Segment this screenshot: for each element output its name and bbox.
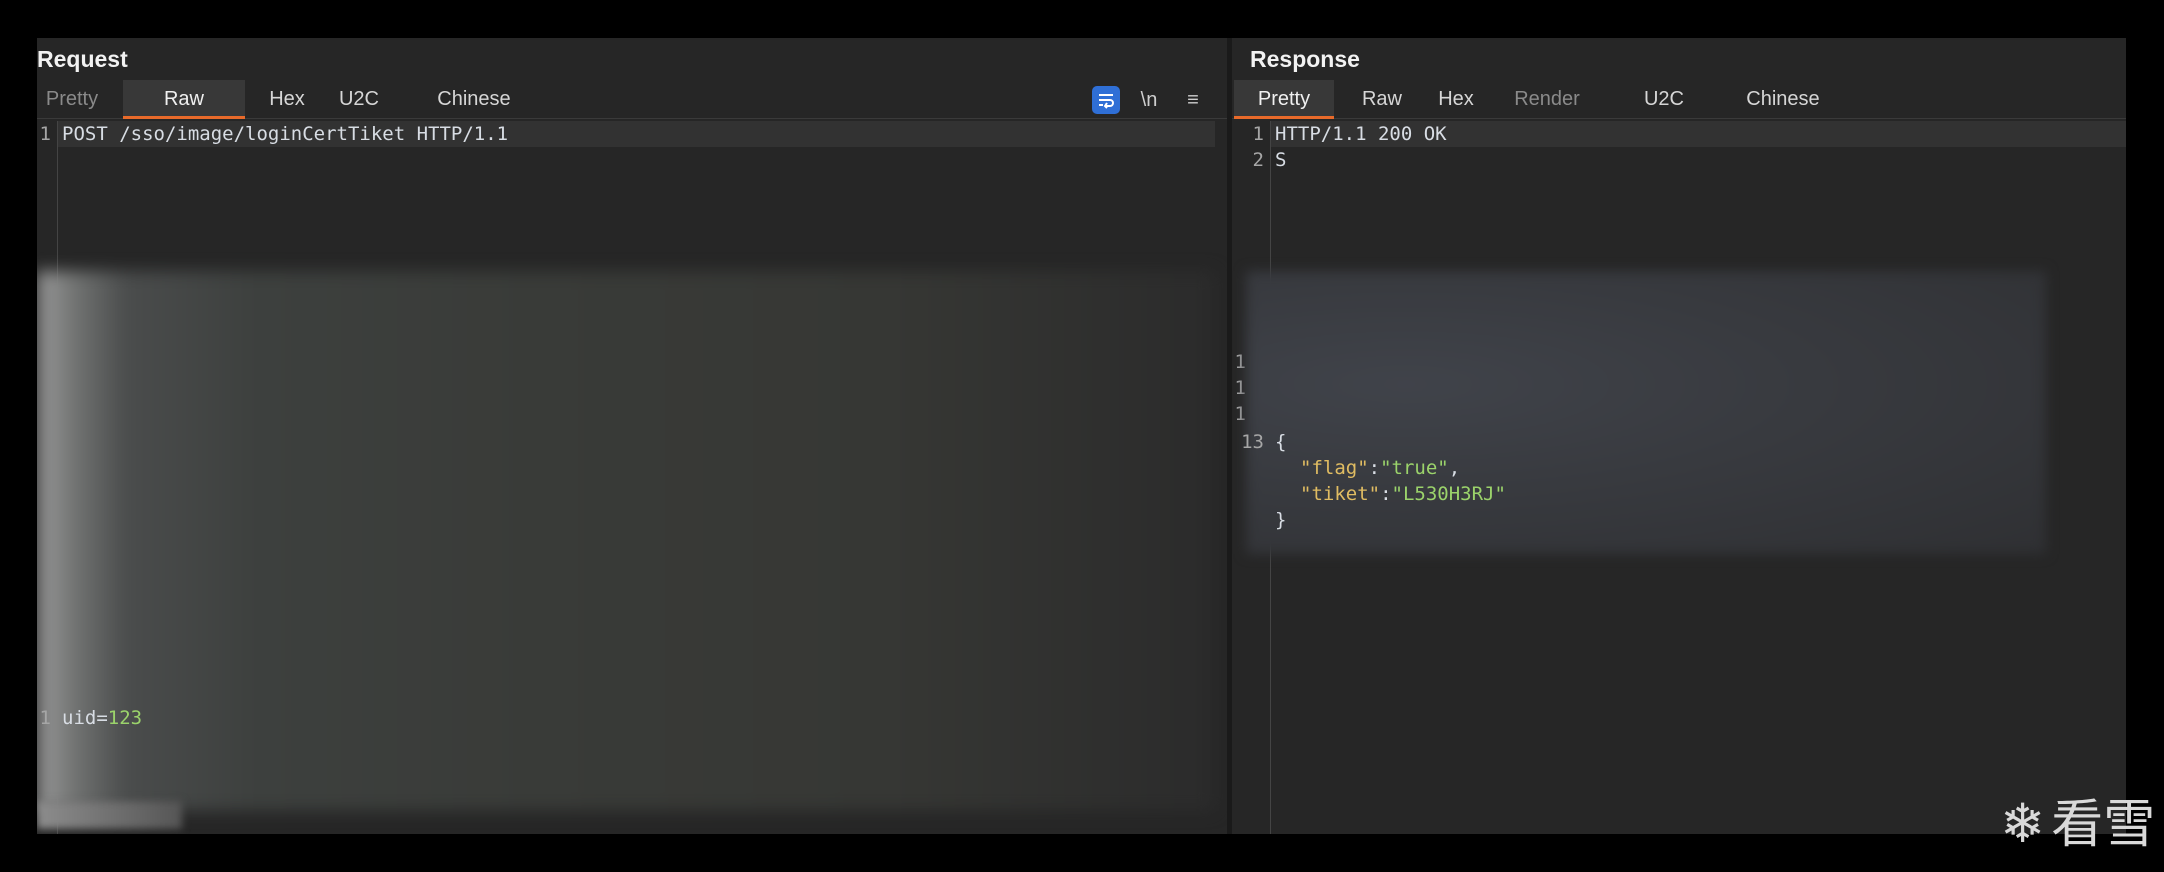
response-line-number: 2 bbox=[1252, 149, 1264, 171]
json-tiket-line: "tiket":"L530H3RJ" bbox=[1300, 481, 1506, 507]
body-param-key: uid bbox=[62, 707, 97, 729]
json-comma: , bbox=[1448, 457, 1461, 479]
request-body-line: uid=123 bbox=[62, 705, 142, 731]
request-tab-chinese[interactable]: Chinese bbox=[401, 80, 547, 118]
request-tab-pretty[interactable]: Pretty bbox=[37, 80, 107, 118]
request-tab-u2c[interactable]: U2C bbox=[331, 80, 387, 118]
json-flag-key: "flag" bbox=[1300, 457, 1369, 479]
json-tiket-value: "L530H3RJ" bbox=[1391, 483, 1506, 505]
word-wrap-button[interactable] bbox=[1092, 86, 1120, 114]
json-close-brace: } bbox=[1275, 509, 1287, 531]
response-panel: Response Pretty Raw Hex Render U2C Chine… bbox=[1232, 38, 2126, 834]
response-tab-hex[interactable]: Hex bbox=[1430, 80, 1482, 118]
newline-toggle-button[interactable]: \n bbox=[1135, 86, 1163, 114]
menu-icon[interactable]: ≡ bbox=[1179, 86, 1207, 114]
request-title: Request bbox=[37, 46, 128, 72]
response-title: Response bbox=[1250, 46, 1360, 72]
body-param-value: 123 bbox=[107, 707, 143, 729]
json-colon: : bbox=[1368, 457, 1381, 479]
json-colon: : bbox=[1380, 483, 1392, 505]
response-status-line: HTTP/1.1 200 OK bbox=[1275, 123, 1447, 145]
response-tab-render[interactable]: Render bbox=[1502, 80, 1592, 118]
response-tab-raw[interactable]: Raw bbox=[1352, 80, 1412, 118]
request-tabbar: Pretty Raw Hex U2C Chinese \n ≡ bbox=[37, 80, 1227, 119]
response-line-number: 1 bbox=[1234, 403, 1246, 425]
redacted-request-headers bbox=[37, 271, 1215, 811]
request-line-number: 1 bbox=[39, 123, 51, 145]
json-flag-value: "true" bbox=[1380, 457, 1449, 479]
word-wrap-icon bbox=[1099, 94, 1114, 109]
response-editor[interactable]: 1 HTTP/1.1 200 OK 2 S 1 1 1 13 { "flag":… bbox=[1232, 121, 2126, 834]
redacted-response-headers bbox=[1246, 271, 2046, 554]
kanxue-watermark: ❄ 看雪 bbox=[2000, 795, 2156, 855]
json-open-brace: { bbox=[1275, 431, 1287, 453]
response-tabbar: Pretty Raw Hex Render U2C Chinese bbox=[1232, 80, 2126, 119]
response-line-text: S bbox=[1275, 149, 1287, 171]
response-line-number: 1 bbox=[1234, 377, 1246, 399]
watermark-text: 看雪 bbox=[2051, 795, 2156, 855]
response-line-number: 1 bbox=[1252, 123, 1264, 145]
response-tab-chinese[interactable]: Chinese bbox=[1710, 80, 1856, 118]
request-editor[interactable]: 1 POST /sso/image/loginCertTiket HTTP/1.… bbox=[37, 121, 1227, 834]
redacted-request-fragment bbox=[37, 801, 182, 829]
request-tab-hex[interactable]: Hex bbox=[261, 80, 313, 118]
request-panel: Request Pretty Raw Hex U2C Chinese \n ≡ … bbox=[37, 38, 1227, 834]
response-line-number: 1 bbox=[1234, 351, 1246, 373]
request-body-line-number: 1 bbox=[39, 707, 51, 729]
response-line-number: 13 bbox=[1241, 431, 1264, 453]
json-tiket-key: "tiket" bbox=[1300, 483, 1381, 505]
snowflake-icon: ❄ bbox=[2000, 792, 2046, 855]
body-param-equals: = bbox=[96, 707, 108, 729]
json-flag-line: "flag":"true", bbox=[1300, 455, 1460, 481]
request-line-text: POST /sso/image/loginCertTiket HTTP/1.1 bbox=[62, 123, 509, 145]
response-tab-pretty[interactable]: Pretty bbox=[1234, 80, 1334, 119]
request-tab-raw[interactable]: Raw bbox=[123, 80, 245, 119]
response-tab-u2c[interactable]: U2C bbox=[1636, 80, 1692, 118]
